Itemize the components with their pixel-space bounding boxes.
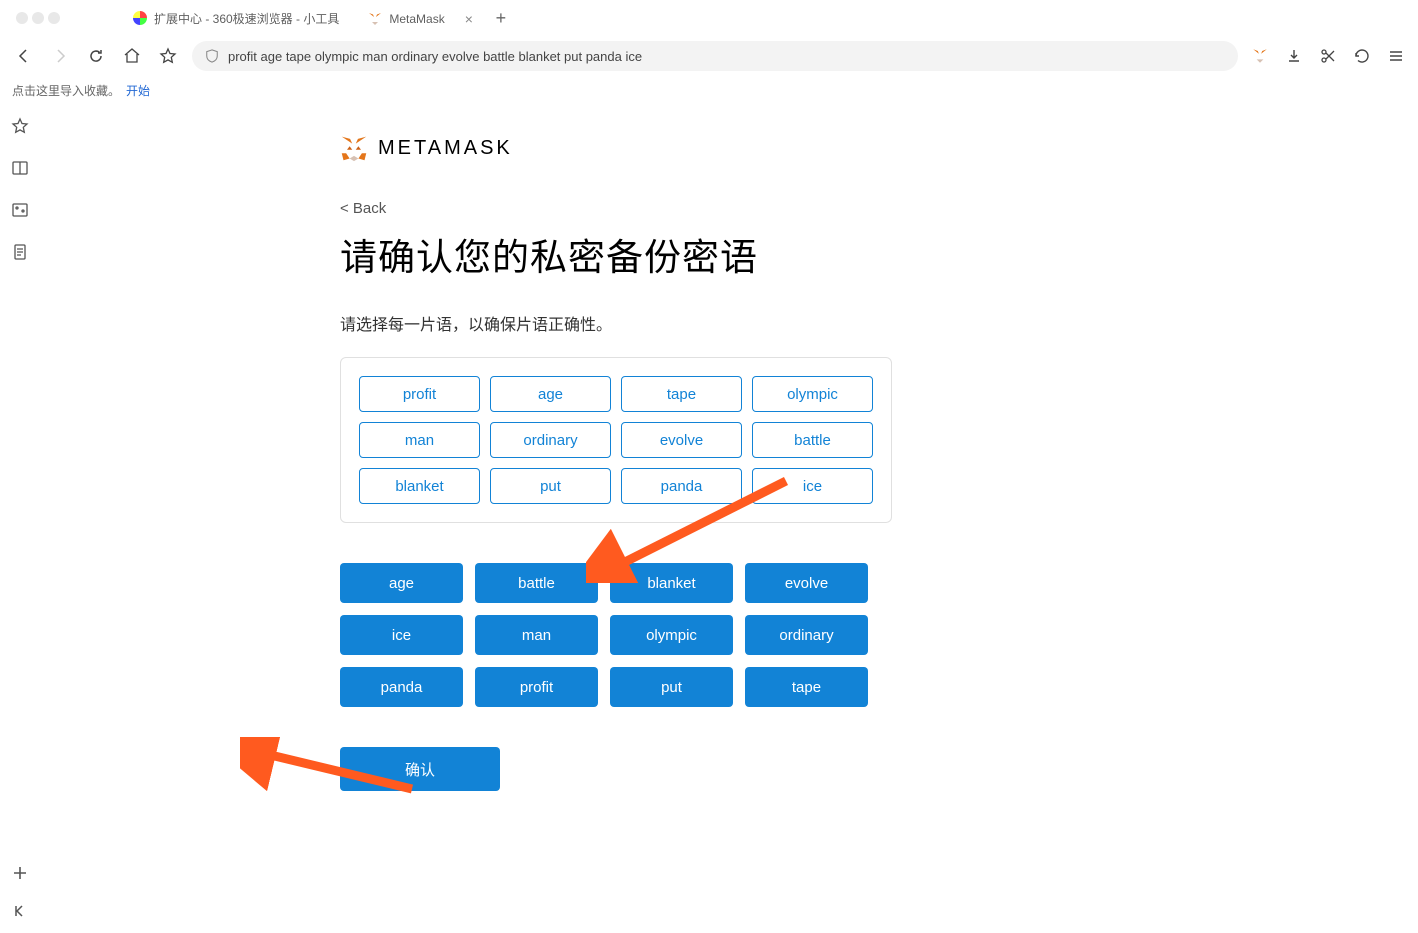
selected-word-chip[interactable]: blanket xyxy=(359,468,480,504)
tab-title: 扩展中心 - 360极速浏览器 - 小工具 xyxy=(154,10,339,27)
tab-metamask[interactable]: MetaMask × xyxy=(355,3,485,33)
selected-word-chip[interactable]: ordinary xyxy=(490,422,611,458)
bank-word-chip[interactable]: blanket xyxy=(610,563,733,603)
favorites-star-icon[interactable] xyxy=(156,44,180,68)
window-titlebar: 扩展中心 - 360极速浏览器 - 小工具 MetaMask × + xyxy=(0,0,1418,36)
word-bank: age battle blanket evolve iceman olympic ordin… xyxy=(340,563,868,707)
bank-word-chip[interactable]: evolve xyxy=(745,563,868,603)
metamask-fox-icon xyxy=(340,134,368,162)
bookmarks-hint: 点击这里导入收藏。 xyxy=(12,82,120,99)
bank-word-chip[interactable]: ordinary xyxy=(745,615,868,655)
selected-word-chip[interactable]: ice xyxy=(752,468,873,504)
page-content: METAMASK < Back 请确认您的私密备份密语 请选择每一片语，以确保片… xyxy=(40,104,1418,933)
bank-word-chip[interactable]: profit xyxy=(475,667,598,707)
scissors-icon[interactable] xyxy=(1318,46,1338,66)
selected-word-chip[interactable]: battle xyxy=(752,422,873,458)
window-controls xyxy=(16,12,60,24)
page-subtitle: 请选择每一片语，以确保片语正确性。 xyxy=(340,311,1418,335)
selected-word-chip[interactable]: olympic xyxy=(752,376,873,412)
selected-word-chip[interactable]: evolve xyxy=(621,422,742,458)
bookmarks-bar: 点击这里导入收藏。 开始 xyxy=(0,76,1418,104)
bank-word-chip[interactable]: man xyxy=(475,615,598,655)
bank-word-chip[interactable]: olympic xyxy=(610,615,733,655)
bank-word-chip[interactable]: age xyxy=(340,563,463,603)
picture-icon[interactable] xyxy=(10,200,30,220)
selected-word-chip[interactable]: tape xyxy=(621,376,742,412)
tab-strip: 扩展中心 - 360极速浏览器 - 小工具 MetaMask × + xyxy=(120,0,1410,36)
selected-word-chip[interactable]: age xyxy=(490,376,611,412)
tab-title: MetaMask xyxy=(389,12,444,26)
window-minimize[interactable] xyxy=(32,12,44,24)
selected-word-chip[interactable]: man xyxy=(359,422,480,458)
reload-button[interactable] xyxy=(84,44,108,68)
undo-icon[interactable] xyxy=(1352,46,1372,66)
logo-row: METAMASK xyxy=(340,134,1418,162)
add-icon[interactable] xyxy=(10,863,30,883)
confirm-button[interactable]: 确认 xyxy=(340,747,500,791)
360-icon xyxy=(132,10,148,26)
bank-word-chip[interactable]: battle xyxy=(475,563,598,603)
new-tab-button[interactable]: + xyxy=(489,6,513,30)
back-button[interactable] xyxy=(12,44,36,68)
metamask-extension-icon[interactable] xyxy=(1250,46,1270,66)
collapse-sidebar-icon[interactable] xyxy=(10,901,30,921)
bank-word-chip[interactable]: ice xyxy=(340,615,463,655)
document-icon[interactable] xyxy=(10,242,30,262)
address-text: profit age tape olympic man ordinary evo… xyxy=(228,49,642,64)
window-close[interactable] xyxy=(16,12,28,24)
star-icon[interactable] xyxy=(10,116,30,136)
home-button[interactable] xyxy=(120,44,144,68)
bank-word-chip[interactable]: panda xyxy=(340,667,463,707)
selected-words-box: profit agetape olympic man ordinary evolve bat… xyxy=(340,357,892,523)
back-link[interactable]: < Back xyxy=(340,200,386,217)
metamask-fox-icon xyxy=(367,11,383,27)
page-title: 请确认您的私密备份密语 xyxy=(340,227,1418,281)
selected-word-chip[interactable]: put xyxy=(490,468,611,504)
selected-word-chip[interactable]: profit xyxy=(359,376,480,412)
forward-button[interactable] xyxy=(48,44,72,68)
book-icon[interactable] xyxy=(10,158,30,178)
window-maximize[interactable] xyxy=(48,12,60,24)
selected-word-chip[interactable]: panda xyxy=(621,468,742,504)
menu-icon[interactable] xyxy=(1386,46,1406,66)
shield-icon xyxy=(204,48,220,64)
toolbar-right xyxy=(1250,46,1406,66)
main-area: METAMASK < Back 请确认您的私密备份密语 请选择每一片语，以确保片… xyxy=(0,104,1418,933)
address-bar[interactable]: profit age tape olympic man ordinary evo… xyxy=(192,41,1238,71)
logo-text: METAMASK xyxy=(378,137,513,160)
left-sidebar xyxy=(0,104,40,933)
bank-word-chip[interactable]: put xyxy=(610,667,733,707)
bookmarks-start-link[interactable]: 开始 xyxy=(126,82,150,99)
download-icon[interactable] xyxy=(1284,46,1304,66)
tab-360-extensions[interactable]: 扩展中心 - 360极速浏览器 - 小工具 xyxy=(120,3,351,33)
tab-close-icon[interactable]: × xyxy=(465,11,473,27)
toolbar: profit age tape olympic man ordinary evo… xyxy=(0,36,1418,76)
bank-word-chip[interactable]: tape xyxy=(745,667,868,707)
